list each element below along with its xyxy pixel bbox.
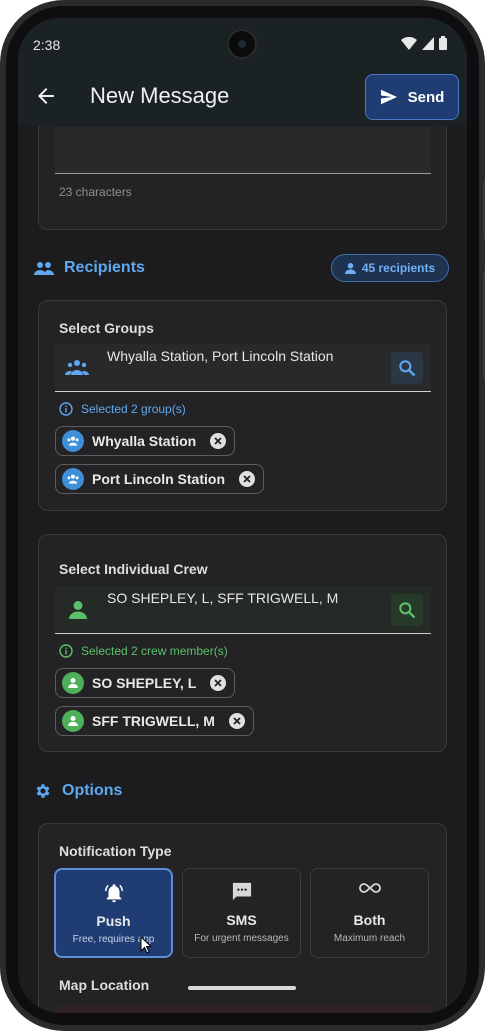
home-indicator[interactable] <box>188 986 296 990</box>
wifi-icon <box>401 36 417 50</box>
notification-option-both[interactable]: Both Maximum reach <box>310 868 429 958</box>
front-camera <box>227 29 257 59</box>
push-option-desc: Free, requires app <box>72 934 155 945</box>
group-avatar-icon <box>62 430 84 452</box>
crew-label: Select Individual Crew <box>59 561 208 577</box>
crew-search-button[interactable] <box>391 594 423 626</box>
bell-ring-icon <box>104 884 123 903</box>
remove-chip-icon[interactable] <box>228 713 245 729</box>
group-chip-label: Port Lincoln Station <box>92 471 225 487</box>
signal-icon <box>422 36 434 50</box>
remove-chip-icon[interactable] <box>239 471 255 487</box>
crew-hint: Selected 2 crew member(s) <box>59 644 228 658</box>
groups-card: Select Groups Whyalla Station, Port Linc… <box>38 300 447 511</box>
notification-option-sms[interactable]: SMS For urgent messages <box>182 868 301 958</box>
infinity-icon <box>358 883 381 893</box>
status-icons <box>401 36 447 50</box>
remove-chip-icon[interactable] <box>210 433 227 449</box>
people-icon <box>34 262 54 275</box>
options-card: Notification Type Push Free, requires ap… <box>38 823 447 1013</box>
character-count: 23 characters <box>59 185 132 199</box>
crew-card: Select Individual Crew SO SHEPLEY, L, SF… <box>38 534 447 752</box>
gear-icon <box>36 784 50 798</box>
back-arrow-icon[interactable] <box>34 84 58 108</box>
crew-avatar-icon <box>62 710 84 732</box>
content-scroll[interactable]: 23 characters Recipients 45 recipients S… <box>18 126 467 1013</box>
push-option-name: Push <box>96 913 131 929</box>
crew-select-field[interactable]: SO SHEPLEY, L, SFF TRIGWELL, M <box>55 586 431 634</box>
search-icon <box>399 360 416 377</box>
send-button[interactable]: Send <box>365 74 459 120</box>
send-icon <box>380 89 397 105</box>
battery-icon <box>439 36 447 50</box>
screen: 2:38 New Message Send 23 characters Reci… <box>18 18 467 1013</box>
map-location-label: Map Location <box>59 977 150 993</box>
group-avatar-icon <box>62 468 84 490</box>
groups-hint-text: Selected 2 group(s) <box>81 402 186 416</box>
status-time: 2:38 <box>33 37 61 53</box>
remove-chip-icon[interactable] <box>210 675 227 691</box>
sms-option-desc: For urgent messages <box>194 933 289 944</box>
options-title: Options <box>62 782 123 799</box>
crew-chip-label: SFF TRIGWELL, M <box>92 713 215 729</box>
notification-option-push[interactable]: Push Free, requires app <box>54 868 173 958</box>
options-header: Options <box>34 782 122 800</box>
search-icon <box>399 602 416 619</box>
person-icon <box>69 601 87 619</box>
groups-search-button[interactable] <box>391 352 423 384</box>
group-chip-label: Whyalla Station <box>92 433 197 449</box>
recipient-count: 45 recipients <box>361 261 436 275</box>
crew-hint-text: Selected 2 crew member(s) <box>81 644 228 658</box>
person-icon <box>344 262 356 274</box>
sms-icon <box>232 882 251 901</box>
crew-avatar-icon <box>62 672 84 694</box>
groups-icon <box>65 360 89 375</box>
crew-chip-label: SO SHEPLEY, L <box>92 675 197 691</box>
message-input[interactable] <box>55 127 431 174</box>
app-bar: New Message Send <box>18 68 467 126</box>
message-card: 23 characters <box>38 126 447 230</box>
groups-label: Select Groups <box>59 320 154 336</box>
crew-chip[interactable]: SFF TRIGWELL, M <box>55 706 254 736</box>
both-option-desc: Maximum reach <box>333 933 406 944</box>
group-chip[interactable]: Port Lincoln Station <box>55 464 264 494</box>
send-button-label: Send <box>407 88 445 106</box>
notification-type-label: Notification Type <box>59 843 172 859</box>
info-icon <box>59 644 73 658</box>
group-chip[interactable]: Whyalla Station <box>55 426 236 456</box>
both-option-name: Both <box>353 912 386 928</box>
groups-select-field[interactable]: Whyalla Station, Port Lincoln Station <box>55 344 431 392</box>
crew-chip[interactable]: SO SHEPLEY, L <box>55 668 236 698</box>
sms-option-name: SMS <box>226 912 257 928</box>
page-title: New Message <box>90 83 230 108</box>
status-bar: 2:38 <box>18 18 467 68</box>
groups-hint: Selected 2 group(s) <box>59 402 186 416</box>
recipients-title: Recipients <box>64 259 145 276</box>
groups-value: Whyalla Station, Port Lincoln Station <box>107 348 334 364</box>
info-icon <box>59 402 73 416</box>
crew-value: SO SHEPLEY, L, SFF TRIGWELL, M <box>107 590 339 606</box>
recipient-count-badge: 45 recipients <box>331 254 449 282</box>
recipients-header: Recipients <box>34 259 145 277</box>
map-location-field[interactable] <box>55 1005 431 1013</box>
mouse-cursor-icon <box>140 936 152 954</box>
